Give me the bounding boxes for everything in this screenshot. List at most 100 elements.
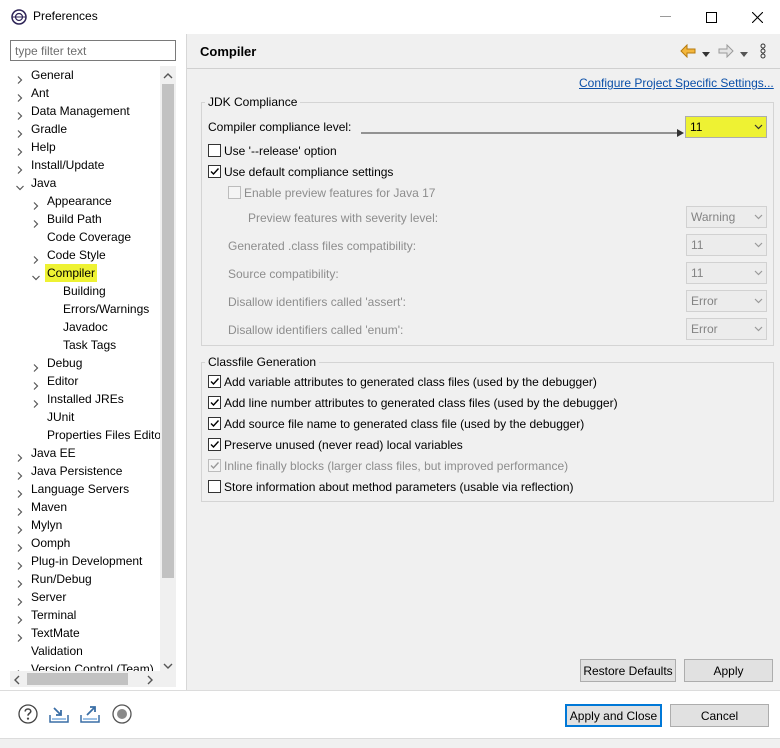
tree-item[interactable]: Code Coverage: [10, 228, 160, 246]
tree-item[interactable]: Server: [10, 588, 160, 606]
tree-item[interactable]: Mylyn: [10, 516, 160, 534]
tree-item[interactable]: Java: [10, 174, 160, 192]
checkmark-icon: [210, 399, 220, 407]
classfile-option-checkbox[interactable]: [208, 459, 221, 472]
cancel-button[interactable]: Cancel: [670, 704, 769, 727]
chevron-right-icon[interactable]: [16, 485, 24, 498]
chevron-right-icon[interactable]: [16, 575, 24, 588]
tree-item[interactable]: Errors/Warnings: [10, 300, 160, 318]
chevron-right-icon[interactable]: [16, 143, 24, 156]
scroll-left-icon[interactable]: [13, 674, 21, 688]
record-preferences-icon[interactable]: [112, 704, 132, 727]
tree-item[interactable]: Debug: [10, 354, 160, 372]
chevron-right-icon[interactable]: [16, 89, 24, 102]
restore-defaults-button[interactable]: Restore Defaults: [580, 659, 676, 682]
chevron-right-icon[interactable]: [32, 395, 40, 408]
chevron-right-icon[interactable]: [16, 629, 24, 642]
tree-item[interactable]: Editor: [10, 372, 160, 390]
tree-item[interactable]: TextMate: [10, 624, 160, 642]
close-window-button[interactable]: [734, 0, 780, 34]
chevron-right-icon[interactable]: [16, 107, 24, 120]
chevron-right-icon[interactable]: [16, 503, 24, 516]
import-preferences-icon[interactable]: [48, 704, 70, 727]
preview-severity-select[interactable]: Warning: [686, 206, 767, 228]
tree-item[interactable]: Plug-in Development: [10, 552, 160, 570]
tree-horizontal-scroll-thumb[interactable]: [27, 673, 128, 685]
apply-button[interactable]: Apply: [684, 659, 773, 682]
forward-menu-chevron-icon[interactable]: [740, 47, 748, 61]
classfile-option-checkbox[interactable]: [208, 438, 221, 451]
tree-item[interactable]: Task Tags: [10, 336, 160, 354]
scroll-right-icon[interactable]: [146, 674, 154, 688]
classfile-option-checkbox[interactable]: [208, 480, 221, 493]
chevron-down-icon[interactable]: [32, 269, 40, 281]
chevron-right-icon[interactable]: [16, 539, 24, 552]
tree-item[interactable]: Properties Files Edito: [10, 426, 160, 444]
tree-item[interactable]: Code Style: [10, 246, 160, 264]
tree-item[interactable]: General: [10, 66, 160, 84]
classfile-option-checkbox[interactable]: [208, 375, 221, 388]
release-option-checkbox[interactable]: [208, 144, 221, 157]
tree-item[interactable]: Appearance: [10, 192, 160, 210]
tree-item-label: Run/Debug: [31, 572, 92, 586]
chevron-right-icon[interactable]: [16, 125, 24, 138]
back-menu-chevron-icon[interactable]: [702, 47, 710, 61]
source-compat-select[interactable]: 11: [686, 262, 767, 284]
tree-item[interactable]: Build Path: [10, 210, 160, 228]
forward-arrow-icon[interactable]: [718, 43, 734, 61]
classfile-option-checkbox[interactable]: [208, 396, 221, 409]
tree-item[interactable]: Gradle: [10, 120, 160, 138]
tree-item[interactable]: Run/Debug: [10, 570, 160, 588]
tree-item[interactable]: Java Persistence: [10, 462, 160, 480]
chevron-right-icon[interactable]: [16, 593, 24, 606]
enum-identifier-select[interactable]: Error: [686, 318, 767, 340]
tree-item[interactable]: Ant: [10, 84, 160, 102]
tree-item[interactable]: Validation: [10, 642, 160, 660]
chevron-right-icon[interactable]: [16, 521, 24, 534]
chevron-right-icon[interactable]: [16, 449, 24, 462]
maximize-button[interactable]: [688, 0, 734, 34]
chevron-right-icon[interactable]: [16, 557, 24, 570]
header-separator: [187, 68, 780, 69]
chevron-right-icon[interactable]: [32, 215, 40, 228]
tree-item[interactable]: Javadoc: [10, 318, 160, 336]
tree-item[interactable]: Data Management: [10, 102, 160, 120]
tree-item[interactable]: Installed JREs: [10, 390, 160, 408]
chevron-right-icon[interactable]: [16, 161, 24, 174]
filter-input[interactable]: [10, 40, 176, 61]
back-arrow-icon[interactable]: [680, 43, 696, 61]
chevron-right-icon[interactable]: [32, 377, 40, 390]
default-compliance-checkbox[interactable]: [208, 165, 221, 178]
chevron-right-icon[interactable]: [32, 359, 40, 372]
tree-item-label: Code Style: [47, 248, 106, 262]
chevron-right-icon[interactable]: [32, 251, 40, 264]
tree-item[interactable]: JUnit: [10, 408, 160, 426]
apply-and-close-button[interactable]: Apply and Close: [565, 704, 662, 727]
tree-item[interactable]: Terminal: [10, 606, 160, 624]
tree-item[interactable]: Java EE: [10, 444, 160, 462]
scroll-up-icon[interactable]: [163, 69, 173, 83]
classfile-option-checkbox[interactable]: [208, 417, 221, 430]
tree-vertical-scroll-thumb[interactable]: [162, 84, 174, 578]
generated-compat-select[interactable]: 11: [686, 234, 767, 256]
tree-item[interactable]: Install/Update: [10, 156, 160, 174]
view-menu-icon[interactable]: [760, 43, 766, 62]
tree-item[interactable]: Help: [10, 138, 160, 156]
export-preferences-icon[interactable]: [79, 704, 101, 727]
chevron-down-icon[interactable]: [16, 179, 24, 191]
chevron-right-icon[interactable]: [32, 197, 40, 210]
configure-project-settings-link[interactable]: Configure Project Specific Settings...: [579, 76, 774, 90]
assert-identifier-select[interactable]: Error: [686, 290, 767, 312]
tree-item[interactable]: Maven: [10, 498, 160, 516]
help-icon[interactable]: [18, 704, 38, 727]
preview-features-checkbox[interactable]: [228, 186, 241, 199]
tree-item[interactable]: Oomph: [10, 534, 160, 552]
chevron-right-icon[interactable]: [16, 611, 24, 624]
compliance-level-select[interactable]: 11: [685, 116, 767, 138]
chevron-right-icon[interactable]: [16, 71, 24, 84]
tree-item[interactable]: Language Servers: [10, 480, 160, 498]
minimize-button[interactable]: [642, 0, 688, 34]
chevron-right-icon[interactable]: [16, 467, 24, 480]
tree-item[interactable]: Compiler: [10, 264, 160, 282]
tree-item[interactable]: Building: [10, 282, 160, 300]
